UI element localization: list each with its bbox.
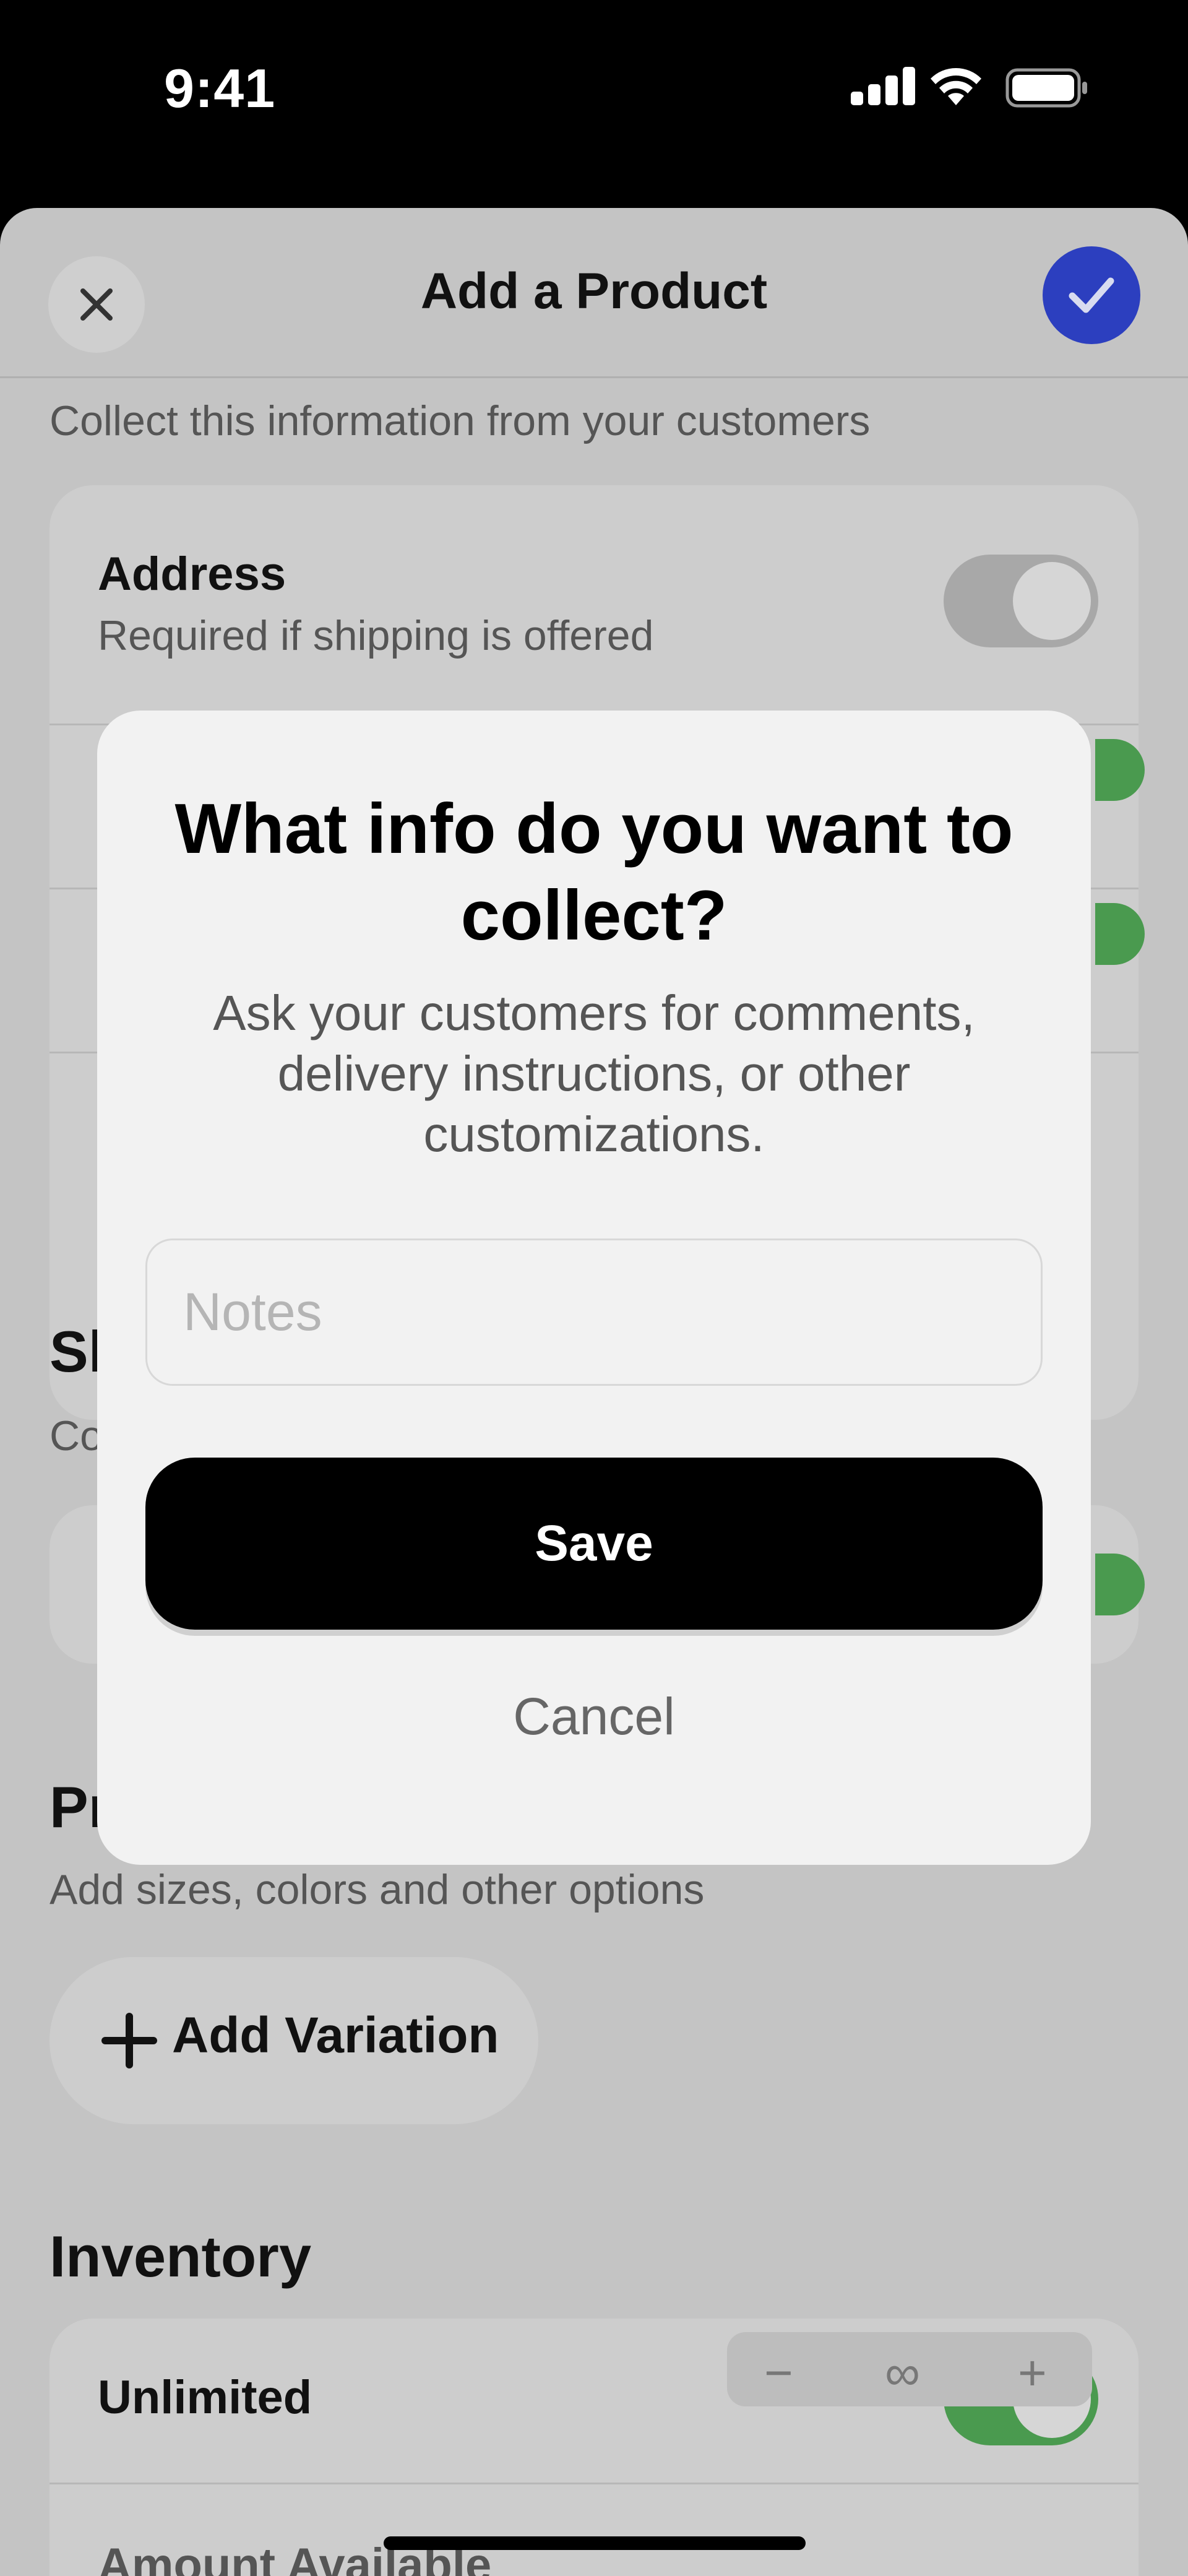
dialog-subtitle: Ask your customers for comments, deliver… [213, 985, 975, 1162]
inventory-heading: Inventory [50, 2224, 312, 2289]
collect-info-dialog: What info do you want to collect? Ask yo… [97, 711, 1091, 1865]
toggle-on-partial[interactable] [1095, 1554, 1145, 1615]
status-time: 9:41 [164, 58, 276, 119]
address-toggle[interactable] [944, 555, 1098, 647]
address-title: Address [98, 548, 286, 600]
cellular-signal-icon [851, 67, 915, 105]
sheet-header: Add a Product [0, 208, 1188, 378]
toggle-on-partial[interactable] [1095, 903, 1145, 965]
status-bar: 9:41 [0, 0, 1188, 204]
product-options-description: Add sizes, colors and other options [50, 1866, 705, 1913]
checkmark-icon [1069, 277, 1114, 313]
shipping-description: Co [50, 1412, 103, 1459]
add-variation-button[interactable]: Add Variation [50, 1957, 538, 2124]
toggle-on-partial[interactable] [1095, 739, 1145, 801]
confirm-button[interactable] [1043, 246, 1140, 344]
amount-value: ∞ [885, 2345, 921, 2400]
notes-input[interactable] [145, 1238, 1043, 1386]
unlimited-label: Unlimited [98, 2371, 312, 2424]
collect-description: Collect this information from your custo… [50, 397, 871, 444]
decrement-button[interactable]: − [764, 2345, 793, 2401]
add-variation-label: Add Variation [172, 2007, 499, 2064]
page-title: Add a Product [420, 263, 768, 319]
divider [50, 2483, 1138, 2484]
cancel-button[interactable]: Cancel [145, 1676, 1043, 1757]
home-indicator [384, 2536, 806, 2550]
address-subtitle: Required if shipping is offered [98, 612, 654, 659]
save-button[interactable]: Save [145, 1458, 1043, 1630]
dialog-title: What info do you want to collect? [174, 790, 1014, 955]
wifi-icon [931, 68, 981, 105]
amount-stepper[interactable]: − ∞ + [727, 2332, 1092, 2406]
increment-button[interactable]: + [1018, 2345, 1047, 2401]
plus-icon [101, 2013, 157, 2068]
battery-icon [1005, 68, 1087, 108]
